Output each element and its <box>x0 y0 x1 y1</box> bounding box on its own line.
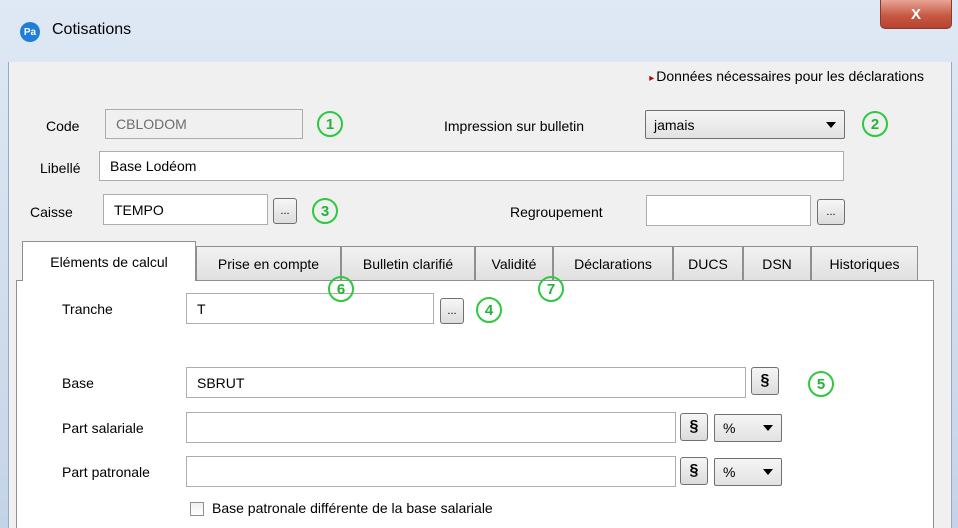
close-button[interactable]: X <box>880 0 952 29</box>
part-patronale-unit-select[interactable]: % <box>714 458 782 486</box>
tab-bulletin-clarifie[interactable]: Bulletin clarifié <box>341 246 475 280</box>
regroupement-label: Regroupement <box>510 204 603 220</box>
regroupement-lookup-button[interactable]: ... <box>817 199 845 225</box>
caisse-label: Caisse <box>30 204 73 220</box>
tab-ducs[interactable]: DUCS <box>673 246 743 280</box>
caisse-field[interactable]: TEMPO <box>103 194 268 225</box>
tab-panel-elements-de-calcul <box>16 280 934 528</box>
impression-select-value: jamais <box>654 116 695 133</box>
annotation-1: 1 <box>317 111 343 137</box>
required-fields-note-text: Données nécessaires pour les déclaration… <box>656 68 924 84</box>
tranche-label: Tranche <box>62 301 113 317</box>
part-salariale-label: Part salariale <box>62 420 144 436</box>
libelle-label: Libellé <box>40 160 81 176</box>
tab-declarations[interactable]: Déclarations <box>553 246 673 280</box>
base-label: Base <box>62 375 94 391</box>
part-salariale-formula-button[interactable]: § <box>680 413 708 441</box>
dialog-window: Pa Cotisations X ▸ Données nécessaires po… <box>0 0 958 528</box>
tab-prise-en-compte[interactable]: Prise en compte <box>196 246 341 280</box>
base-patronale-checkbox-label: Base patronale différente de la base sal… <box>212 500 493 516</box>
annotation-2: 2 <box>862 111 888 137</box>
annotation-7: 7 <box>538 276 564 302</box>
part-patronale-unit-value: % <box>723 464 736 480</box>
tranche-lookup-button[interactable]: ... <box>440 298 464 324</box>
annotation-6: 6 <box>328 276 354 302</box>
tranche-field[interactable]: T <box>186 293 434 324</box>
tab-dsn[interactable]: DSN <box>743 246 811 280</box>
annotation-4: 4 <box>476 297 502 323</box>
part-patronale-formula-button[interactable]: § <box>680 457 708 485</box>
part-salariale-field[interactable] <box>186 412 676 443</box>
base-field[interactable]: SBRUT <box>186 367 746 398</box>
code-field[interactable]: CBLODOM <box>105 109 303 139</box>
app-icon: Pa <box>20 22 40 42</box>
base-patronale-checkbox[interactable] <box>190 502 204 516</box>
part-salariale-unit-select[interactable]: % <box>714 414 782 442</box>
window-title: Cotisations <box>52 21 132 38</box>
part-patronale-label: Part patronale <box>62 464 150 480</box>
chevron-down-icon <box>763 469 773 475</box>
annotation-5: 5 <box>808 371 834 397</box>
required-fields-note: ▸ Données nécessaires pour les déclaratio… <box>649 68 924 84</box>
libelle-field[interactable]: Base Lodéom <box>99 151 844 181</box>
base-formula-button[interactable]: § <box>751 367 779 395</box>
impression-select[interactable]: jamais <box>645 110 845 139</box>
part-salariale-unit-value: % <box>723 420 736 436</box>
chevron-down-icon <box>826 121 836 128</box>
regroupement-field[interactable] <box>646 195 811 226</box>
tab-historiques[interactable]: Historiques <box>811 246 918 280</box>
chevron-down-icon <box>763 425 773 431</box>
code-label: Code <box>46 118 80 134</box>
title-bar <box>0 0 958 62</box>
tab-elements-de-calcul[interactable]: Eléments de calcul <box>22 241 196 281</box>
tab-validite[interactable]: Validité <box>475 246 553 280</box>
impression-label: Impression sur bulletin <box>444 118 585 134</box>
required-marker-icon: ▸ <box>649 73 655 84</box>
caisse-lookup-button[interactable]: ... <box>273 198 297 224</box>
annotation-3: 3 <box>312 198 338 224</box>
part-patronale-field[interactable] <box>186 456 676 487</box>
